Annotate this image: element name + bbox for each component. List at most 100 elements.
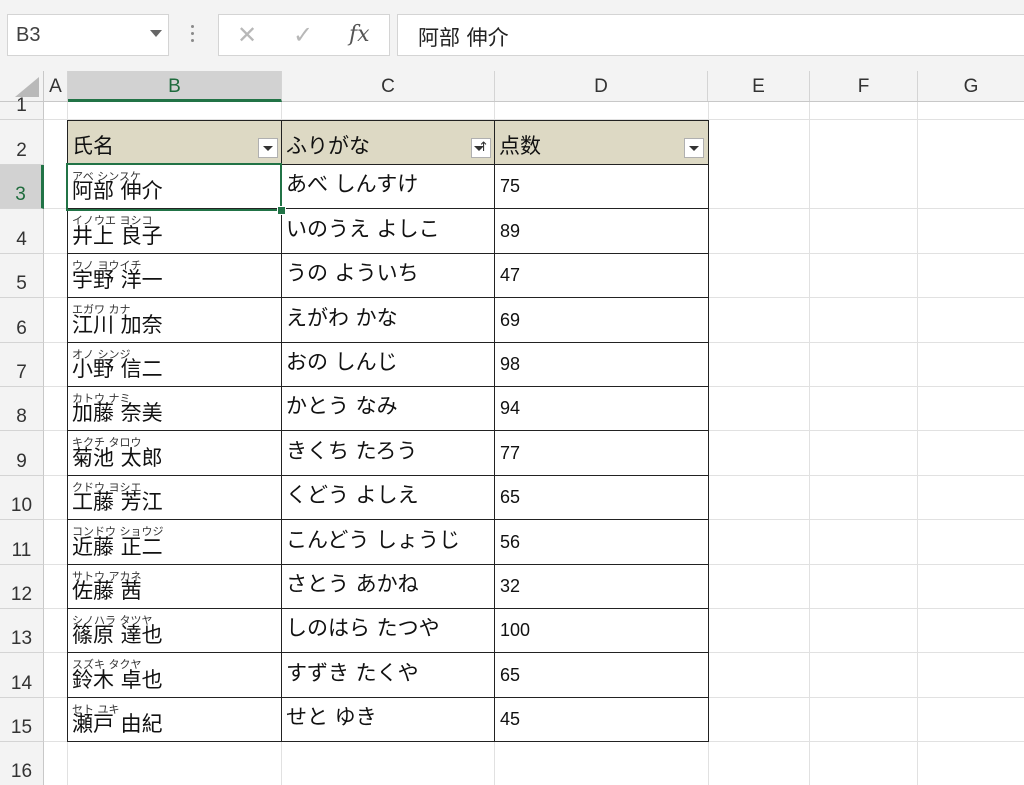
score-cell[interactable]: 100 — [494, 609, 709, 653]
column-header-a[interactable]: A — [44, 71, 68, 101]
score-text: 98 — [500, 354, 521, 374]
score-cell[interactable]: 56 — [494, 520, 709, 565]
name-cell[interactable]: キクチ タロウ 菊池 太郎 — [67, 431, 282, 476]
row-header-12[interactable]: 12 — [0, 565, 44, 609]
furigana-cell[interactable]: こんどう しょうじ — [281, 520, 495, 565]
row-header-7[interactable]: 7 — [0, 343, 44, 387]
table-header-name: 氏名 — [67, 120, 282, 165]
name-cell[interactable]: アベ シンスケ 阿部 伸介 — [67, 165, 282, 209]
more-options-icon[interactable] — [191, 22, 195, 48]
row-header-16[interactable]: 16 — [0, 742, 44, 785]
score-cell[interactable]: 94 — [494, 387, 709, 431]
row-header-1[interactable]: 1 — [0, 95, 44, 120]
name-cell[interactable]: カトウ ナミ 加藤 奈美 — [67, 387, 282, 431]
score-cell[interactable]: 69 — [494, 298, 709, 343]
score-cell[interactable]: 65 — [494, 653, 709, 698]
score-cell[interactable]: 32 — [494, 565, 709, 609]
insert-function-icon[interactable]: fx — [349, 21, 370, 49]
cancel-icon[interactable]: ✕ — [237, 21, 257, 49]
row-header-14[interactable]: 14 — [0, 653, 44, 698]
name-text: 佐藤 茜 — [72, 579, 142, 603]
row-header-15[interactable]: 15 — [0, 698, 44, 742]
row-header-4[interactable]: 4 — [0, 209, 44, 254]
kana-text: かとう なみ — [286, 394, 398, 418]
score-text: 77 — [500, 443, 521, 463]
kana-text: こんどう しょうじ — [286, 528, 461, 552]
score-text: 56 — [500, 532, 521, 552]
score-text: 94 — [500, 398, 521, 418]
name-cell[interactable]: シノハラ タツヤ 篠原 達也 — [67, 609, 282, 653]
score-text: 32 — [500, 576, 521, 596]
filter-dropdown-button[interactable] — [258, 138, 278, 158]
row-header-5[interactable]: 5 — [0, 254, 44, 298]
header-label: ふりがな — [286, 134, 370, 158]
table-header-score: 点数 — [494, 120, 709, 165]
kana-text: さとう あかね — [286, 572, 419, 596]
name-cell[interactable]: セト ユキ 瀬戸 由紀 — [67, 698, 282, 742]
name-cell[interactable]: ウノ ヨウイチ 宇野 洋一 — [67, 254, 282, 298]
row-header-11[interactable]: 11 — [0, 520, 44, 565]
furigana-cell[interactable]: いのうえ よしこ — [281, 209, 495, 254]
column-header-e[interactable]: E — [708, 71, 810, 101]
column-header-d[interactable]: D — [495, 71, 708, 101]
filter-dropdown-button[interactable] — [684, 138, 704, 158]
row-header-9[interactable]: 9 — [0, 431, 44, 476]
chevron-down-icon — [263, 146, 273, 151]
furigana-cell[interactable]: さとう あかね — [281, 565, 495, 609]
row-header-13[interactable]: 13 — [0, 609, 44, 653]
name-text: 鈴木 卓也 — [72, 668, 163, 692]
name-text: 近藤 正二 — [72, 535, 163, 559]
column-header-c[interactable]: C — [282, 71, 495, 101]
furigana-cell[interactable]: くどう よしえ — [281, 476, 495, 520]
score-cell[interactable]: 77 — [494, 431, 709, 476]
formula-buttons: ✕ ✓ fx — [218, 14, 390, 56]
name-box-value: B3 — [16, 24, 41, 46]
kana-text: あべ しんすけ — [286, 172, 419, 196]
formula-bar: B3 ✕ ✓ fx 阿部 伸介 — [0, 0, 1024, 71]
sort-filter-button[interactable]: ↑ — [471, 138, 491, 158]
kana-text: せと ゆき — [286, 705, 377, 729]
furigana-cell[interactable]: すずき たくや — [281, 653, 495, 698]
row-header-6[interactable]: 6 — [0, 298, 44, 343]
score-cell[interactable]: 75 — [494, 165, 709, 209]
chevron-down-icon[interactable] — [150, 30, 162, 37]
column-header-g[interactable]: G — [918, 71, 1024, 101]
furigana-cell[interactable]: えがわ かな — [281, 298, 495, 343]
grid-line — [809, 102, 810, 785]
name-text: 江川 加奈 — [72, 313, 163, 337]
kana-text: しのはら たつや — [286, 616, 440, 640]
score-cell[interactable]: 45 — [494, 698, 709, 742]
name-cell[interactable]: サトウ アカネ 佐藤 茜 — [67, 565, 282, 609]
row-header-8[interactable]: 8 — [0, 387, 44, 431]
score-cell[interactable]: 98 — [494, 343, 709, 387]
name-cell[interactable]: イノウエ ヨシコ 井上 良子 — [67, 209, 282, 254]
score-cell[interactable]: 47 — [494, 254, 709, 298]
fill-handle[interactable] — [277, 206, 286, 215]
name-cell[interactable]: オノ シンジ 小野 信二 — [67, 343, 282, 387]
furigana-cell[interactable]: おの しんじ — [281, 343, 495, 387]
name-cell[interactable]: コンドウ ショウジ 近藤 正二 — [67, 520, 282, 565]
furigana-cell[interactable]: しのはら たつや — [281, 609, 495, 653]
chevron-down-icon — [689, 146, 699, 151]
sort-ascending-icon: ↑ — [478, 140, 489, 155]
name-text: 宇野 洋一 — [72, 268, 163, 292]
furigana-cell[interactable]: うの よういち — [281, 254, 495, 298]
name-cell[interactable]: エガワ カナ 江川 加奈 — [67, 298, 282, 343]
name-box[interactable]: B3 — [7, 14, 169, 56]
name-cell[interactable]: スズキ タクヤ 鈴木 卓也 — [67, 653, 282, 698]
row-header-10[interactable]: 10 — [0, 476, 44, 520]
kana-text: おの しんじ — [286, 350, 398, 374]
row-header-2[interactable]: 2 — [0, 120, 44, 165]
furigana-cell[interactable]: あべ しんすけ — [281, 165, 495, 209]
score-cell[interactable]: 89 — [494, 209, 709, 254]
row-header-3[interactable]: 3 — [0, 165, 44, 209]
enter-icon[interactable]: ✓ — [293, 21, 313, 49]
score-cell[interactable]: 65 — [494, 476, 709, 520]
name-cell[interactable]: クドウ ヨシエ 工藤 芳江 — [67, 476, 282, 520]
column-header-f[interactable]: F — [810, 71, 918, 101]
formula-input[interactable]: 阿部 伸介 — [397, 14, 1024, 56]
furigana-cell[interactable]: せと ゆき — [281, 698, 495, 742]
column-header-b[interactable]: B — [68, 71, 282, 102]
furigana-cell[interactable]: かとう なみ — [281, 387, 495, 431]
furigana-cell[interactable]: きくち たろう — [281, 431, 495, 476]
